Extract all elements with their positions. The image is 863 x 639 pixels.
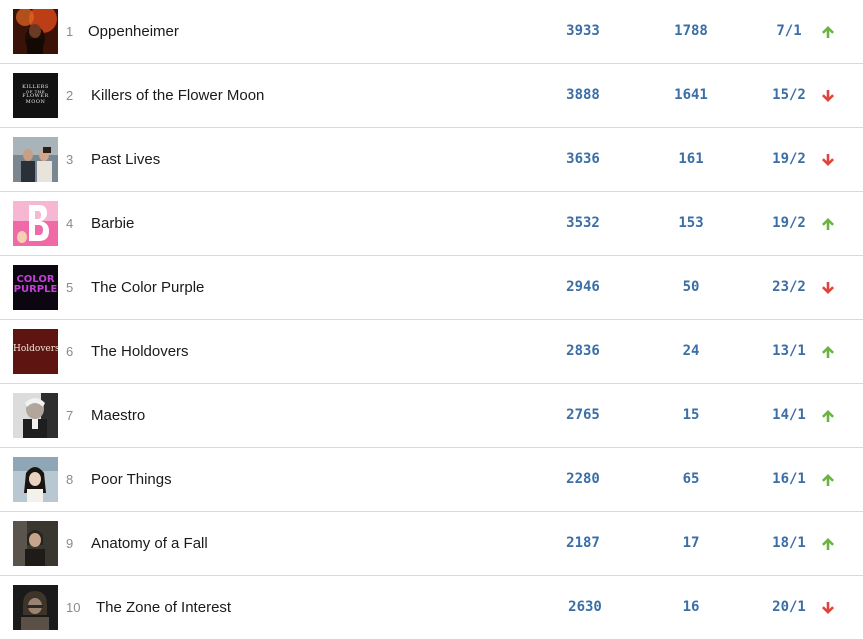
past-lives-poster[interactable] (13, 137, 58, 182)
rank-number: 3 (66, 152, 74, 167)
down-arrow-icon (820, 280, 836, 296)
movie-title[interactable]: Oppenheimer (88, 0, 179, 63)
movie-title[interactable]: Poor Things (91, 448, 172, 511)
odds-value: 20/1 (772, 599, 806, 615)
votes-value: 15 (682, 407, 700, 423)
score-value: 3532 (566, 215, 600, 231)
votes-value: 65 (682, 471, 700, 487)
killers-of-the-flower-moon-poster[interactable]: KILLERS OF THE FLOWER MOON (13, 73, 58, 118)
score-value: 2280 (566, 471, 600, 487)
list-item[interactable]: 4 Barbie 3532 153 19/2 (0, 192, 863, 256)
score-value: 2187 (566, 535, 600, 551)
odds-value: 16/1 (772, 471, 806, 487)
odds-value: 23/2 (772, 279, 806, 295)
score-value: 3933 (566, 23, 600, 39)
score-value: 3636 (566, 151, 600, 167)
movie-title[interactable]: Past Lives (91, 128, 160, 191)
score-value: 2946 (566, 279, 600, 295)
score-value: 3888 (566, 87, 600, 103)
rank-number: 5 (66, 280, 74, 295)
votes-value: 17 (682, 535, 700, 551)
rank-number: 1 (66, 24, 74, 39)
odds-value: 7/1 (776, 23, 802, 39)
down-arrow-icon (820, 152, 836, 168)
anatomy-of-a-fall-poster[interactable] (13, 521, 58, 566)
list-item[interactable]: COLOR PURPLE 5 The Color Purple 2946 50 … (0, 256, 863, 320)
list-item[interactable]: KILLERS OF THE FLOWER MOON 2 Killers of … (0, 64, 863, 128)
up-arrow-icon (820, 408, 836, 424)
maestro-poster[interactable] (13, 393, 58, 438)
up-arrow-icon (820, 472, 836, 488)
oppenheimer-poster[interactable] (13, 9, 58, 54)
odds-value: 19/2 (772, 215, 806, 231)
votes-value: 153 (678, 215, 704, 231)
list-item[interactable]: 7 Maestro 2765 15 14/1 (0, 384, 863, 448)
poor-things-poster[interactable] (13, 457, 58, 502)
score-value: 2765 (566, 407, 600, 423)
movie-title[interactable]: Killers of the Flower Moon (91, 64, 264, 127)
up-arrow-icon (820, 216, 836, 232)
movie-title[interactable]: The Zone of Interest (96, 576, 231, 639)
list-item[interactable]: 8 Poor Things 2280 65 16/1 (0, 448, 863, 512)
odds-value: 15/2 (772, 87, 806, 103)
list-item[interactable]: 3 Past Lives 3636 161 19/2 (0, 128, 863, 192)
votes-value: 24 (682, 343, 700, 359)
list-item[interactable]: 10 The Zone of Interest 2630 16 20/1 (0, 576, 863, 639)
down-arrow-icon (820, 600, 836, 616)
rank-number: 10 (66, 600, 81, 615)
list-item[interactable]: 1 Oppenheimer 3933 1788 7/1 (0, 0, 863, 64)
movie-title[interactable]: Maestro (91, 384, 145, 447)
the-zone-of-interest-poster[interactable] (13, 585, 58, 630)
movie-title[interactable]: Anatomy of a Fall (91, 512, 208, 575)
ranking-list: 1 Oppenheimer 3933 1788 7/1 KILLERS OF T… (0, 0, 863, 639)
score-value: 2630 (568, 599, 602, 615)
votes-value: 50 (682, 279, 700, 295)
rank-number: 9 (66, 536, 74, 551)
up-arrow-icon (820, 24, 836, 40)
odds-value: 19/2 (772, 151, 806, 167)
odds-value: 14/1 (772, 407, 806, 423)
up-arrow-icon (820, 344, 836, 360)
votes-value: 1641 (674, 87, 708, 103)
rank-number: 2 (66, 88, 74, 103)
movie-title[interactable]: Barbie (91, 192, 134, 255)
list-item[interactable]: Holdovers 6 The Holdovers 2836 24 13/1 (0, 320, 863, 384)
the-holdovers-poster[interactable]: Holdovers (13, 329, 58, 374)
list-item[interactable]: 9 Anatomy of a Fall 2187 17 18/1 (0, 512, 863, 576)
rank-number: 4 (66, 216, 74, 231)
rank-number: 7 (66, 408, 74, 423)
rank-number: 8 (66, 472, 74, 487)
votes-value: 1788 (674, 23, 708, 39)
the-color-purple-poster[interactable]: COLOR PURPLE (13, 265, 58, 310)
score-value: 2836 (566, 343, 600, 359)
movie-title[interactable]: The Holdovers (91, 320, 189, 383)
down-arrow-icon (820, 88, 836, 104)
votes-value: 16 (682, 599, 700, 615)
up-arrow-icon (820, 536, 836, 552)
odds-value: 13/1 (772, 343, 806, 359)
odds-value: 18/1 (772, 535, 806, 551)
rank-number: 6 (66, 344, 74, 359)
movie-title[interactable]: The Color Purple (91, 256, 204, 319)
votes-value: 161 (678, 151, 704, 167)
barbie-poster[interactable] (13, 201, 58, 246)
